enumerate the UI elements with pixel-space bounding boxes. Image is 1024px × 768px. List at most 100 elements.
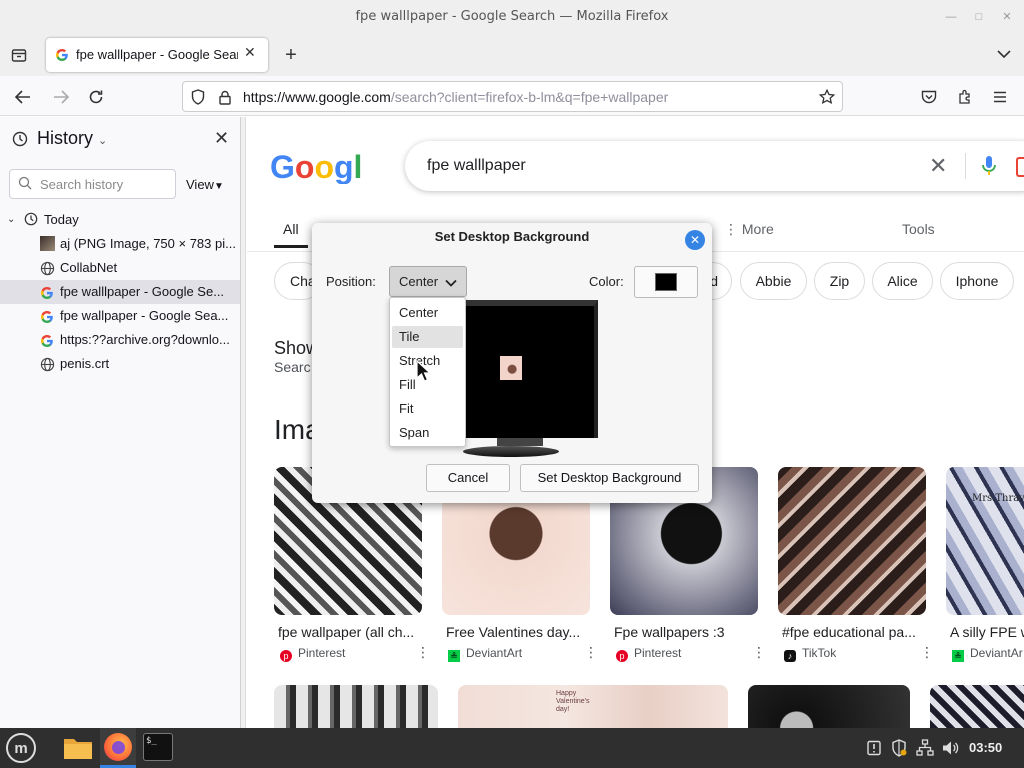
set-desktop-background-button[interactable]: Set Desktop Background (520, 464, 699, 492)
tab-more[interactable]: ⋮ More (724, 221, 774, 238)
more-options-icon[interactable]: ⋮ (416, 644, 430, 661)
tab-all[interactable]: All (283, 221, 299, 237)
search-query[interactable]: fpe walllpaper (427, 157, 526, 175)
position-option-center[interactable]: Center (390, 301, 465, 325)
monitor-neck (497, 438, 543, 446)
position-option-tile[interactable]: Tile (390, 325, 465, 349)
result-source[interactable]: p Pinterest (280, 646, 345, 662)
globe-icon (40, 260, 55, 276)
extensions-icon[interactable] (954, 86, 976, 108)
thumbnail-overlay-text: Mrs.Thravel (972, 493, 1024, 504)
monitor-stand (463, 446, 559, 457)
result-source-label: TikTok (802, 646, 837, 660)
image-thumbnail-icon (40, 236, 55, 251)
tab-google-search[interactable]: fpe walllpaper - Google Search ✕ (46, 38, 268, 72)
filter-chip[interactable]: Iphone (940, 262, 1014, 300)
minimize-button[interactable]: — (942, 0, 960, 34)
view-menu-button[interactable]: View▼ (186, 177, 224, 192)
firefox-icon[interactable] (104, 733, 132, 761)
filter-chip[interactable]: Abbie (740, 262, 807, 300)
result-caption[interactable]: #fpe educational pa... (782, 624, 922, 640)
history-item[interactable]: aj (PNG Image, 750 × 783 pi... (40, 232, 238, 256)
result-caption[interactable]: Free Valentines day... (446, 624, 586, 640)
image-result-thumbnail[interactable] (930, 685, 1024, 728)
close-tab-icon[interactable]: ✕ (244, 44, 256, 61)
reload-icon[interactable] (85, 86, 107, 108)
list-all-tabs-icon[interactable] (8, 44, 30, 66)
filter-chip[interactable]: Alice (872, 262, 933, 300)
more-options-icon[interactable]: ⋮ (584, 644, 598, 661)
history-item[interactable]: https:??archive.org?downlo... (40, 328, 238, 352)
google-favicon-icon (40, 308, 55, 323)
chevron-down-icon[interactable] (994, 44, 1014, 64)
result-source[interactable]: p Pinterest (616, 646, 681, 662)
image-result-thumbnail[interactable] (458, 685, 728, 728)
google-logo[interactable]: Google (270, 149, 380, 185)
pocket-icon[interactable] (918, 86, 940, 108)
back-icon[interactable] (12, 86, 34, 108)
window-titlebar: fpe walllpaper - Google Search — Mozilla… (0, 0, 1024, 34)
deviantart-icon: ≗ (448, 650, 460, 662)
tab-tools[interactable]: Tools (902, 221, 935, 237)
microphone-icon[interactable] (981, 154, 997, 178)
result-source[interactable]: ♪ TikTok (784, 646, 836, 662)
filter-chip[interactable]: Zip (814, 262, 865, 300)
clear-search-icon[interactable]: ✕ (929, 154, 947, 178)
history-item-label: CollabNet (60, 260, 118, 275)
pinterest-icon: p (280, 650, 292, 662)
lens-icon[interactable] (1016, 157, 1024, 177)
google-favicon-icon (40, 332, 55, 347)
history-item[interactable]: fpe wallpaper - Google Sea... (40, 304, 238, 328)
lock-icon[interactable] (215, 87, 235, 107)
bookmark-star-icon[interactable] (816, 86, 838, 108)
history-item-label: https:??archive.org?downlo... (60, 332, 230, 347)
cancel-button[interactable]: Cancel (426, 464, 510, 492)
mint-menu-icon[interactable]: m (6, 733, 36, 763)
close-sidebar-icon[interactable]: ✕ (214, 128, 229, 149)
more-options-icon[interactable]: ⋮ (752, 644, 766, 661)
image-result-thumbnail[interactable] (946, 467, 1024, 615)
image-result-thumbnail[interactable] (274, 685, 438, 728)
tracking-protection-icon[interactable] (188, 87, 208, 107)
mouse-cursor-icon (416, 359, 432, 382)
history-item[interactable]: penis.crt (40, 352, 238, 376)
tab-all-underline (274, 245, 308, 248)
image-result-thumbnail[interactable] (748, 685, 910, 728)
result-caption[interactable]: Fpe wallpapers :3 (614, 624, 754, 640)
dialog-close-icon[interactable]: ✕ (685, 230, 705, 250)
result-source[interactable]: ≗ DeviantArt (448, 646, 522, 662)
position-dropdown-value: Center (399, 274, 439, 289)
history-group-today[interactable]: Today (44, 212, 79, 227)
maximize-button[interactable]: □ (970, 0, 988, 34)
image-result-thumbnail[interactable] (778, 467, 926, 615)
tab-title: fpe walllpaper - Google Search (76, 47, 238, 62)
kebab-icon: ⋮ (724, 221, 738, 237)
result-source[interactable]: ≗ DeviantAr (952, 646, 1023, 662)
result-caption[interactable]: A silly FPE w (950, 624, 1024, 640)
network-icon[interactable] (916, 739, 934, 757)
update-manager-icon[interactable] (866, 740, 882, 756)
new-tab-icon[interactable]: + (280, 44, 302, 66)
folder-icon[interactable] (63, 735, 93, 760)
history-item[interactable]: CollabNet (40, 256, 238, 280)
shield-icon[interactable] (891, 739, 909, 757)
tree-twisty-icon[interactable]: ⌄ (7, 214, 15, 225)
url-text[interactable]: https://www.google.com/search?client=fir… (243, 89, 668, 105)
result-source-label: DeviantArt (466, 646, 523, 660)
more-options-icon[interactable]: ⋮ (920, 644, 934, 661)
result-caption[interactable]: fpe wallpaper (all ch... (278, 624, 418, 640)
close-window-button[interactable]: ✕ (998, 0, 1016, 34)
volume-icon[interactable] (942, 740, 960, 756)
position-option-fit[interactable]: Fit (390, 397, 465, 421)
sidebar-title[interactable]: History ⌄ (37, 128, 107, 149)
hamburger-menu-icon[interactable] (989, 86, 1011, 108)
sidebar-splitter[interactable] (241, 117, 246, 728)
clock[interactable]: 03:50 (969, 740, 1002, 755)
position-option-span[interactable]: Span (390, 421, 465, 445)
terminal-icon[interactable]: $_ (143, 733, 173, 761)
history-item-selected[interactable]: fpe walllpaper - Google Se... (40, 280, 238, 304)
history-item-label: fpe walllpaper - Google Se... (60, 284, 225, 299)
google-favicon-icon (40, 284, 55, 299)
forward-icon[interactable] (50, 86, 72, 108)
position-label: Position: (326, 274, 376, 289)
